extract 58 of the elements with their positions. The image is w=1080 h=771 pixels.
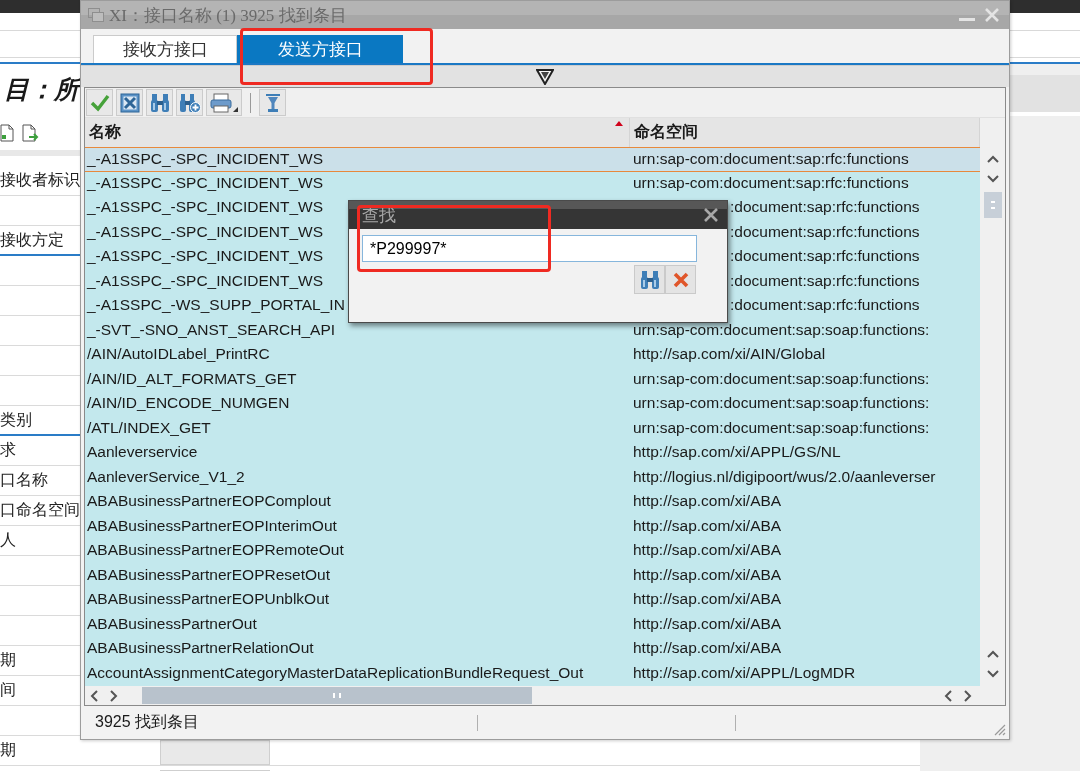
table-cell-text: Aanleverservice — [87, 442, 198, 462]
field-label: 人 — [0, 530, 16, 550]
table-cell-text: http://sap.com/xi/ABA — [633, 491, 782, 511]
table-cell-text: AccountAssignmentCategoryMasterDataReplicationBundleRequest_Out — [87, 662, 584, 683]
field-label: 口命名空间 — [0, 500, 80, 520]
field-label: 接收方定 — [0, 229, 64, 250]
table-cell-text: AanleverService_V1_2 — [87, 466, 245, 487]
table-cell-text: _-A1SSPC_-WS_SUPP_PORTAL_IN — [87, 295, 345, 315]
table-cell-text: ABABusinessPartnerEOPComplout — [87, 491, 331, 511]
table-cell-text: _-SVT_-SNO_ANST_SEARCH_API — [87, 319, 336, 340]
table-cell-text: :document:sap:rfc:functions — [730, 246, 920, 266]
table-cell-text: /AIN/ID_ENCODE_NUMGEN — [87, 393, 290, 413]
table-cell-text: ABABusinessPartnerEOPUnblkOut — [87, 589, 330, 609]
table-cell-text: http://logius.nl/digipoort/wus/2.0/aanleverser — [633, 466, 936, 487]
table-cell-text: :document:sap:rfc:functions — [730, 270, 920, 291]
table-cell-text: http://sap.com/xi/ABA — [633, 638, 782, 658]
status-text: 3925 找到条目 — [95, 712, 200, 732]
table-cell-text: ABABusinessPartnerRelationOut — [87, 638, 314, 658]
page-heading: 目：所 — [3, 76, 79, 103]
table-cell-text: urn:sap-com:document:sap:rfc:functions — [633, 149, 909, 169]
table-cell-text: :document:sap:rfc:functions — [730, 197, 920, 217]
table-cell-text: _-A1SSPC_-SPC_INCIDENT_WS — [87, 246, 323, 266]
table-cell-text: _-A1SSPC_-SPC_INCIDENT_WS — [87, 270, 323, 291]
table-cell-text: http://sap.com/xi/APPL/GS/NL — [633, 442, 841, 462]
table-cell-text: /AIN/ID_ALT_FORMATS_GET — [87, 368, 297, 389]
table-cell-text: urn:sap-com:document:sap:rfc:functions — [633, 172, 909, 193]
table-cell-text: /ATL/INDEX_GET — [87, 417, 211, 438]
dialog-title: 查找 — [362, 204, 396, 227]
table-cell-text: urn:sap-com:document:sap:soap:functions: — [633, 319, 930, 340]
table-cell-text: ABABusinessPartnerEOPResetOut — [87, 564, 330, 585]
field-label: 求 — [0, 440, 16, 460]
table-cell-text: http://sap.com/xi/AIN/Global — [633, 344, 826, 364]
table-cell-text: urn:sap-com:document:sap:soap:functions: — [633, 368, 930, 389]
field-label: 类别 — [0, 409, 32, 430]
table-cell-text: http://sap.com/xi/APPL/LogMDR — [633, 662, 856, 683]
table-cell-text: http://sap.com/xi/ABA — [633, 540, 782, 560]
field-label: 期 — [0, 650, 16, 670]
field-label: 接收者标识 — [0, 170, 80, 190]
field-label: 口名称 — [0, 470, 48, 490]
field-label: 期 — [0, 740, 16, 760]
table-cell-text: http://sap.com/xi/ABA — [633, 613, 782, 634]
table-cell-text: urn:sap-com:document:sap:soap:functions: — [633, 393, 930, 413]
table-cell-text: :document:sap:rfc:functions — [730, 221, 920, 242]
table-cell-text: ABABusinessPartnerEOPInterimOut — [87, 515, 337, 536]
table-cell-text: http://sap.com/xi/ABA — [633, 515, 782, 536]
table-cell-text: _-A1SSPC_-SPC_INCIDENT_WS — [87, 197, 323, 217]
window-title: XI：接口名称 (1) 3925 找到条目 — [109, 4, 347, 27]
table-cell-text: :document:sap:rfc:functions — [730, 295, 920, 315]
table-cell-text: urn:sap-com:document:sap:soap:functions: — [633, 417, 930, 438]
table-cell-text: _-A1SSPC_-SPC_INCIDENT_WS — [87, 221, 323, 242]
table-cell-text: _-A1SSPC_-SPC_INCIDENT_WS — [87, 172, 323, 193]
table-cell-text: /AIN/AutoIDLabel_PrintRC — [87, 344, 270, 364]
table-cell-text: ABABusinessPartnerOut — [87, 613, 257, 634]
field-label: 间 — [0, 680, 16, 700]
table-cell-text: http://sap.com/xi/ABA — [633, 589, 782, 609]
table-cell-text: http://sap.com/xi/ABA — [633, 564, 782, 585]
table-cell-text: _-A1SSPC_-SPC_INCIDENT_WS — [87, 149, 323, 169]
table-cell-text: ABABusinessPartnerEOPRemoteOut — [87, 540, 344, 560]
